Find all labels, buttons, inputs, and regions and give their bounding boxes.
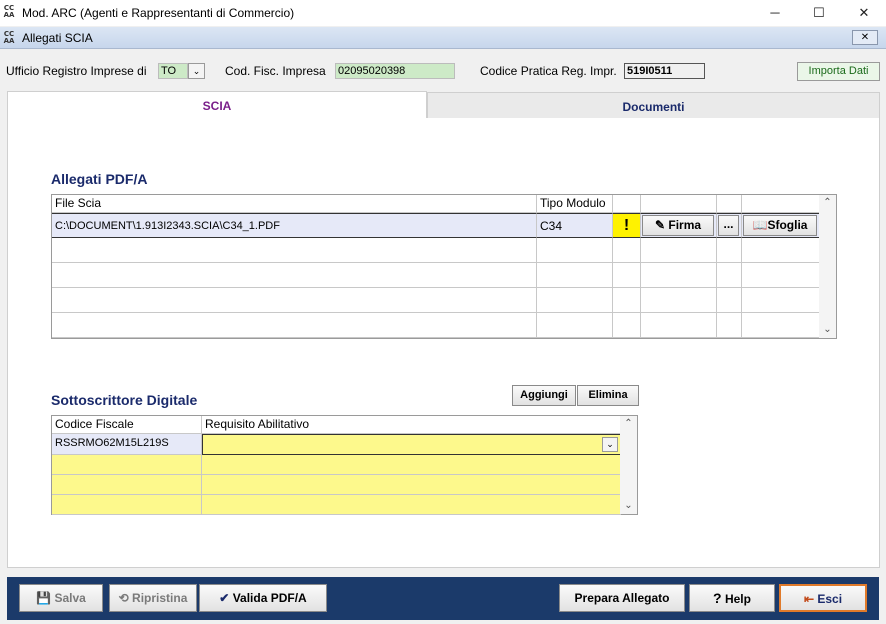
browse-dots-button[interactable]: ... xyxy=(718,215,739,236)
elimina-button[interactable]: Elimina xyxy=(577,385,639,406)
file-scia-cell[interactable]: C:\DOCUMENT\1.913I2343.SCIA\C34_1.PDF xyxy=(52,213,537,238)
codice-fiscale-cell[interactable]: RSSRMO62M15L219S xyxy=(52,434,202,455)
empty-cell[interactable] xyxy=(717,263,742,288)
firma-cell: ✎ Firma xyxy=(641,213,717,238)
restore-icon: ⟲ xyxy=(118,591,129,605)
empty-cell[interactable] xyxy=(537,238,613,263)
codpratica-label: Codice Pratica Reg. Impr. xyxy=(480,64,617,78)
empty-cell[interactable] xyxy=(202,475,621,495)
scroll-down-icon[interactable]: ⌄ xyxy=(620,498,637,514)
empty-cell[interactable] xyxy=(641,313,717,338)
empty-cell[interactable] xyxy=(613,288,641,313)
empty-cell[interactable] xyxy=(52,238,537,263)
minimize-button[interactable]: ─ xyxy=(752,0,798,26)
empty-cell[interactable] xyxy=(537,313,613,338)
firma-button[interactable]: ✎ Firma xyxy=(642,215,714,236)
empty-cell[interactable] xyxy=(742,288,820,313)
codfisc-label: Cod. Fisc. Impresa xyxy=(225,64,326,78)
close-button[interactable]: ✕ xyxy=(841,0,886,26)
empty-cell[interactable] xyxy=(613,313,641,338)
empty-cell[interactable] xyxy=(52,313,537,338)
tab-scia[interactable]: SCIA xyxy=(7,91,427,119)
dots-cell: ... xyxy=(717,213,742,238)
codpratica-field[interactable]: 519I0511 xyxy=(624,63,705,79)
ufficio-label: Ufficio Registro Imprese di xyxy=(6,64,147,78)
empty-cell[interactable] xyxy=(537,263,613,288)
help-icon: ? xyxy=(713,590,722,606)
col-header-requisito: Requisito Abilitativo xyxy=(202,416,621,434)
col-header-blank xyxy=(742,195,820,213)
empty-cell[interactable] xyxy=(641,288,717,313)
prepara-allegato-button[interactable]: Prepara Allegato xyxy=(559,584,685,612)
empty-cell[interactable] xyxy=(717,288,742,313)
save-icon: 💾 xyxy=(36,591,52,605)
empty-cell[interactable] xyxy=(52,475,202,495)
col-header-blank xyxy=(717,195,742,213)
empty-cell[interactable] xyxy=(52,288,537,313)
sottoscrittore-title: Sottoscrittore Digitale xyxy=(51,392,198,408)
ripristina-button[interactable]: ⟲ Ripristina xyxy=(109,584,197,612)
chevron-down-icon[interactable]: ⌄ xyxy=(602,437,618,452)
col-header-codice-fiscale: Codice Fiscale xyxy=(52,416,202,434)
sfoglia-cell: 📖Sfoglia xyxy=(742,213,820,238)
empty-cell[interactable] xyxy=(742,313,820,338)
empty-cell[interactable] xyxy=(52,263,537,288)
col-header-blank xyxy=(613,195,641,213)
subwindow-title: Allegati SCIA xyxy=(22,31,93,45)
warning-icon[interactable]: ! xyxy=(613,213,641,238)
valida-pdfa-button[interactable]: ✔ Valida PDF/A xyxy=(199,584,327,612)
sottoscrittore-scrollbar[interactable]: ⌃ ⌄ xyxy=(620,416,637,514)
book-icon: 📖 xyxy=(752,218,768,232)
empty-cell[interactable] xyxy=(202,455,621,475)
empty-cell[interactable] xyxy=(641,263,717,288)
tab-panel: Allegati PDF/A File Scia Tipo Modulo C:\… xyxy=(7,118,880,568)
aggiungi-button[interactable]: Aggiungi xyxy=(512,385,576,406)
sottoscrittore-grid: Codice Fiscale Requisito Abilitativo RSS… xyxy=(51,415,638,515)
empty-cell[interactable] xyxy=(641,238,717,263)
sfoglia-button[interactable]: 📖Sfoglia xyxy=(743,215,817,236)
col-header-tipo-modulo: Tipo Modulo xyxy=(537,195,613,213)
allegati-title: Allegati PDF/A xyxy=(51,171,148,187)
subwindow-logo: CC AA xyxy=(3,30,15,45)
tab-documenti[interactable]: Documenti xyxy=(427,92,880,120)
ufficio-select[interactable]: TO xyxy=(158,63,188,79)
scroll-down-icon[interactable]: ⌄ xyxy=(819,322,836,338)
empty-cell[interactable] xyxy=(537,288,613,313)
empty-cell[interactable] xyxy=(717,238,742,263)
tipo-modulo-cell[interactable]: C34 xyxy=(537,213,613,238)
codfisc-field[interactable]: 02095020398 xyxy=(335,63,455,79)
col-header-file-scia: File Scia xyxy=(52,195,537,213)
scroll-up-icon[interactable]: ⌃ xyxy=(819,195,836,211)
empty-cell[interactable] xyxy=(52,495,202,515)
empty-cell[interactable] xyxy=(742,263,820,288)
allegati-grid: File Scia Tipo Modulo C:\DOCUMENT\1.913I… xyxy=(51,194,837,339)
scroll-up-icon[interactable]: ⌃ xyxy=(620,416,637,432)
salva-button[interactable]: 💾 Salva xyxy=(19,584,103,612)
check-icon: ✔ xyxy=(219,591,230,605)
requisito-select[interactable]: ⌄ xyxy=(202,434,621,455)
col-header-blank xyxy=(641,195,717,213)
importa-dati-button[interactable]: Importa Dati xyxy=(797,62,880,81)
exit-icon: ⇤ xyxy=(803,592,815,606)
window-title: Mod. ARC (Agenti e Rappresentanti di Com… xyxy=(22,6,295,20)
empty-cell[interactable] xyxy=(742,238,820,263)
empty-cell[interactable] xyxy=(613,263,641,288)
empty-cell[interactable] xyxy=(202,495,621,515)
empty-cell[interactable] xyxy=(52,455,202,475)
title-bar: CC AA Mod. ARC (Agenti e Rappresentanti … xyxy=(0,0,886,26)
subwindow-bar: CC AA Allegati SCIA ✕ xyxy=(0,27,886,49)
empty-cell[interactable] xyxy=(613,238,641,263)
subwindow-close-button[interactable]: ✕ xyxy=(852,30,878,45)
esci-button[interactable]: ⇤ Esci xyxy=(779,584,867,612)
chevron-down-icon[interactable]: ⌄ xyxy=(188,63,205,79)
footer-bar: 💾 Salva ⟲ Ripristina ✔ Valida PDF/A Prep… xyxy=(7,577,879,620)
app-logo: CC AA xyxy=(3,4,15,19)
help-button[interactable]: ? Help xyxy=(689,584,775,612)
allegati-scrollbar[interactable]: ⌃ ⌄ xyxy=(819,195,836,338)
sign-icon: ✎ xyxy=(654,218,666,232)
empty-cell[interactable] xyxy=(717,313,742,338)
maximize-button[interactable]: ☐ xyxy=(796,0,842,26)
